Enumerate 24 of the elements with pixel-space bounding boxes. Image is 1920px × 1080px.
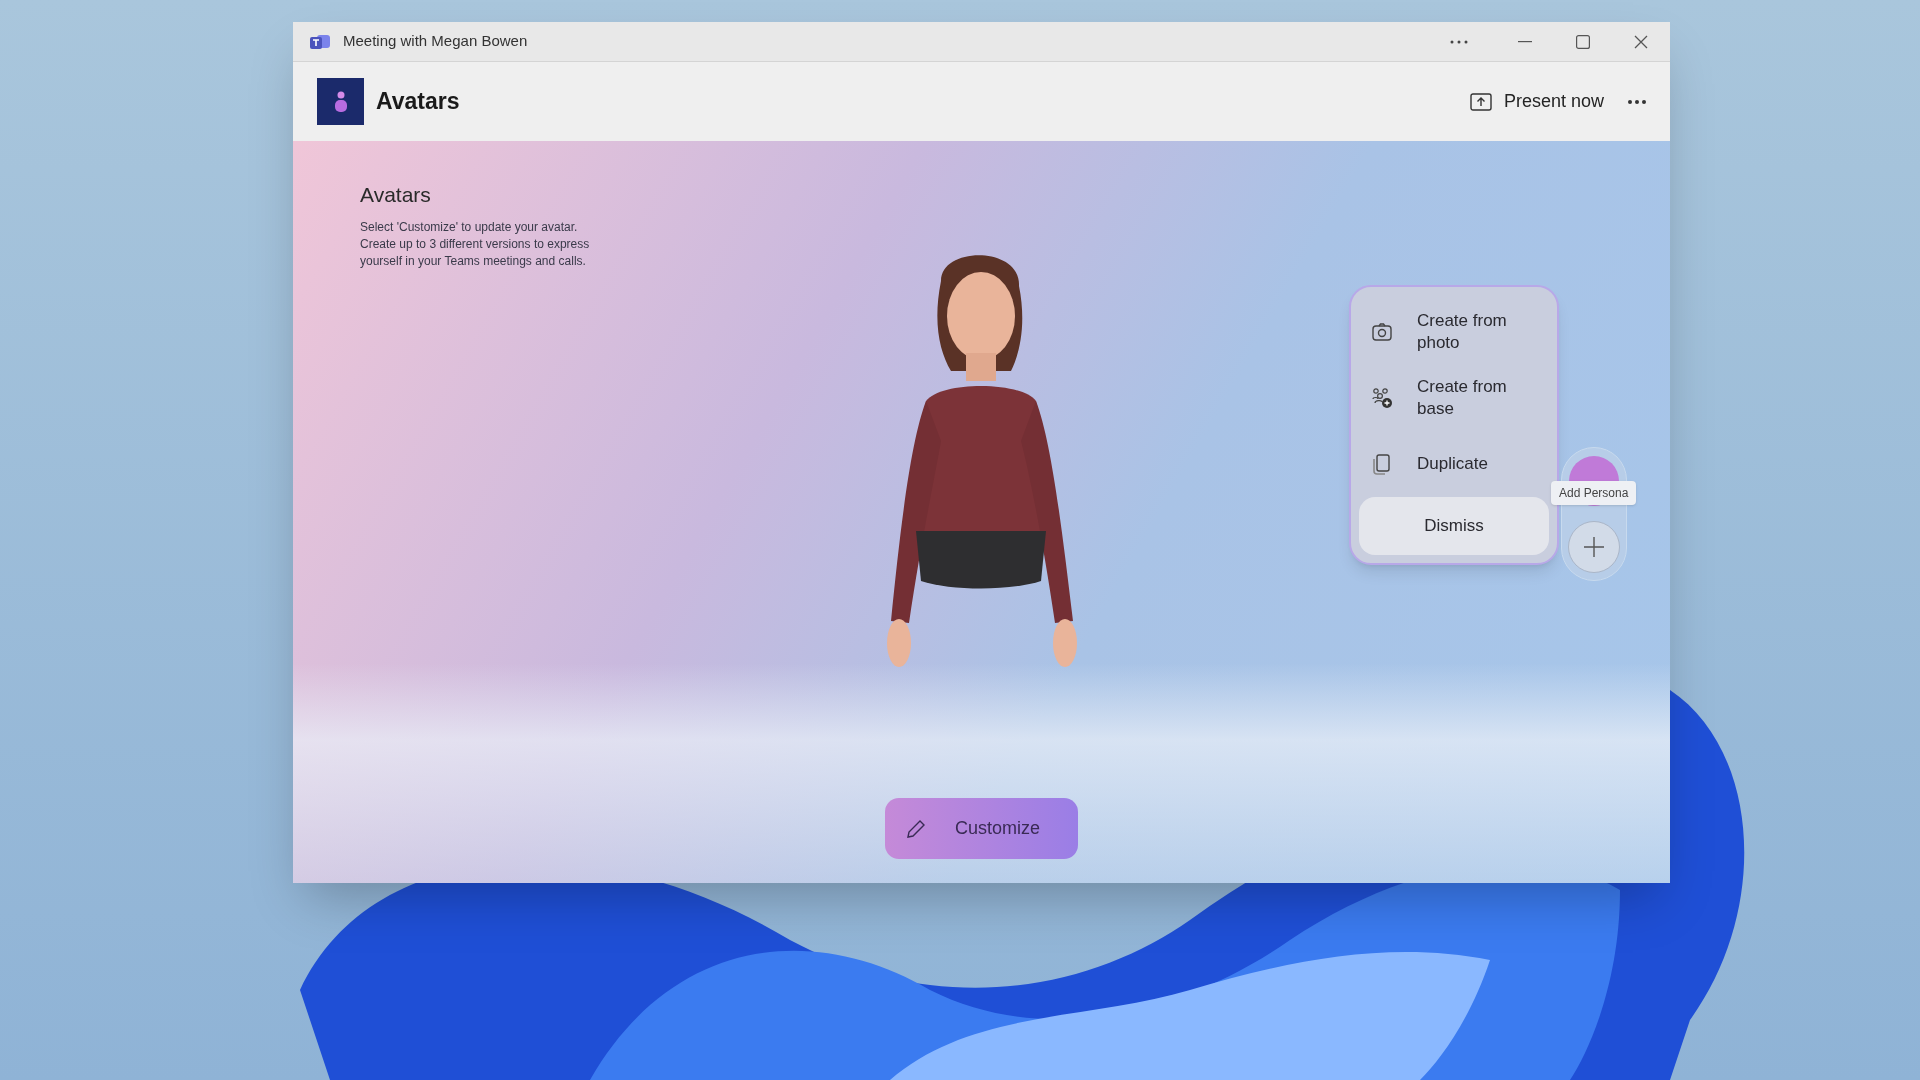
close-icon[interactable] [1634, 34, 1648, 49]
more-options-icon[interactable] [1628, 99, 1646, 104]
dismiss-button[interactable]: Dismiss [1359, 497, 1549, 555]
add-persona-tooltip: Add Persona [1551, 481, 1637, 505]
plus-icon [1582, 535, 1606, 559]
camera-icon [1371, 321, 1393, 343]
share-screen-icon [1469, 92, 1492, 111]
people-add-icon [1371, 387, 1393, 409]
app-title: Avatars [376, 87, 460, 117]
more-options-icon[interactable] [1450, 39, 1468, 44]
pencil-icon [905, 817, 927, 840]
add-persona-button[interactable] [1568, 521, 1620, 573]
present-now-button[interactable]: Present now [1461, 84, 1612, 119]
section-title: Avatars [360, 182, 432, 208]
person-icon [333, 90, 348, 113]
copy-icon [1371, 453, 1393, 475]
section-description: Select 'Customize' to update your avatar. Create up to 3 different versions to express yourself in your Teams meetings and calls. [360, 218, 591, 270]
minimize-icon[interactable] [1518, 40, 1532, 43]
maximize-icon[interactable] [1576, 34, 1590, 49]
menu-item[interactable]: Duplicate [1359, 431, 1549, 497]
menu-item[interactable]: Create from base [1359, 365, 1549, 431]
customize-button[interactable]: Customize [885, 798, 1078, 859]
menu-item[interactable]: Create from photo [1359, 299, 1549, 365]
window-title: Meeting with Megan Bowen [343, 31, 528, 52]
